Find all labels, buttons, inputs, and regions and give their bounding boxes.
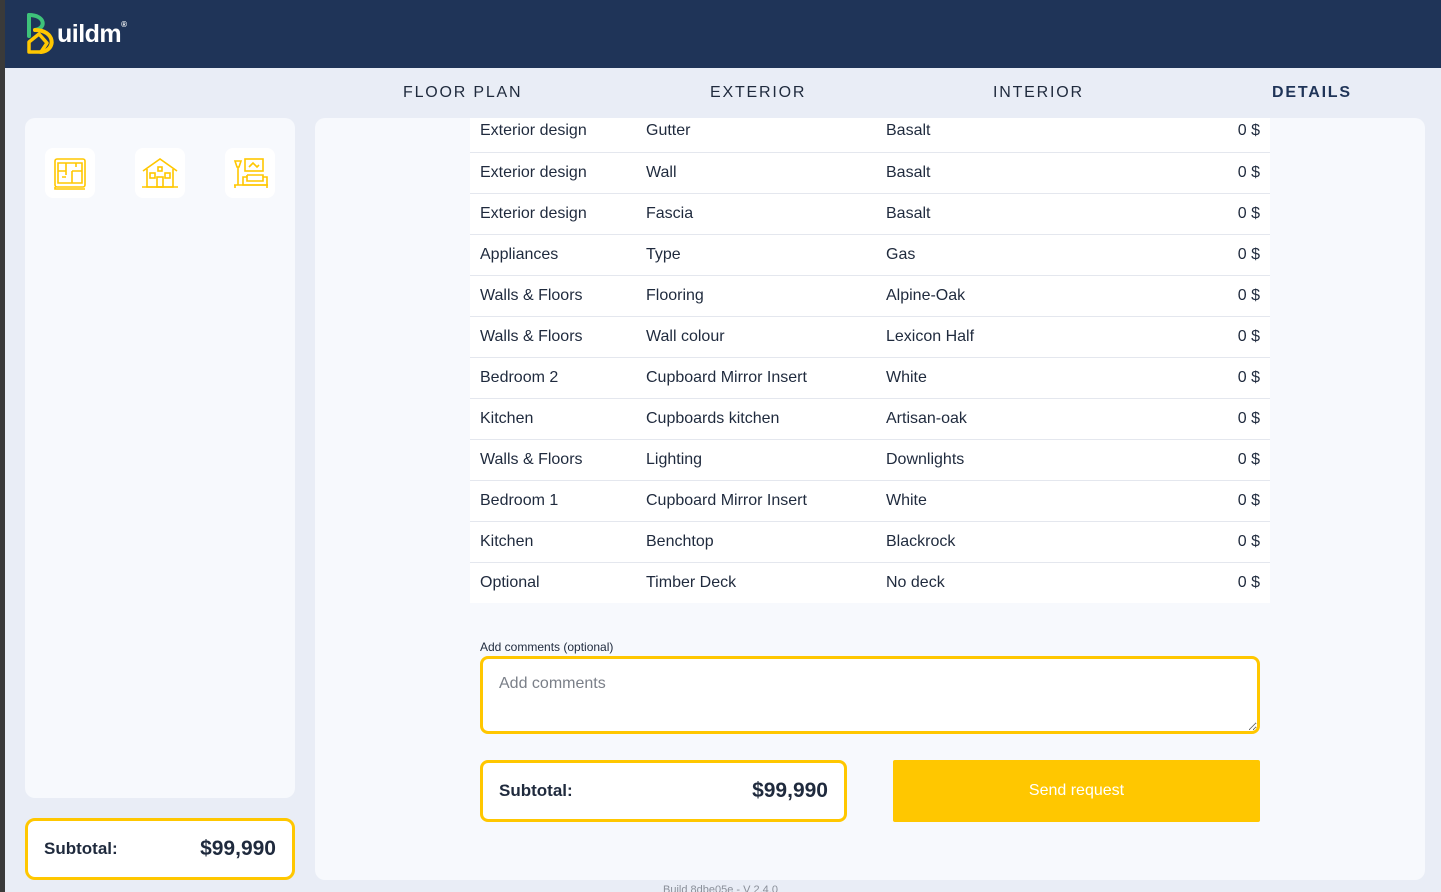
step-tabs: FLOOR PLAN EXTERIOR INTERIOR DETAILS [5, 68, 1441, 118]
table-row: Walls & Floors Flooring Alpine-Oak 0 $ [470, 275, 1270, 317]
exterior-step-button[interactable] [135, 148, 185, 198]
row-price: 0 $ [1237, 573, 1260, 591]
row-selection: Lexicon Half [876, 316, 1076, 358]
row-price: 0 $ [1076, 193, 1270, 235]
row-category: Walls & Floors [470, 316, 636, 358]
row-category: Bedroom 2 [470, 357, 636, 399]
table-row: Exterior design Gutter Basalt 0 $ [470, 118, 1270, 153]
row-price: 0 $ [1076, 357, 1270, 399]
details-panel: Exterior design Gutter Basalt 0 $ Exterior d… [315, 118, 1425, 880]
tab-details[interactable]: DETAILS [1272, 84, 1352, 102]
row-item: Timber Deck [646, 573, 737, 591]
row-selection: Blackrock [876, 521, 1076, 563]
send-request-button[interactable]: Send request [893, 760, 1260, 822]
row-category: Walls & Floors [470, 439, 636, 481]
row-item: Cupboards kitchen [636, 398, 876, 440]
row-category: Kitchen [470, 398, 636, 440]
row-price: 0 $ [1076, 234, 1270, 276]
sidebar-subtotal: Subtotal: $99,990 [25, 818, 295, 880]
row-price: 0 $ [1076, 152, 1270, 194]
top-navbar: uildm® [5, 0, 1441, 68]
row-category: Appliances [470, 234, 636, 276]
table-row: Kitchen Benchtop Blackrock 0 $ [470, 521, 1270, 563]
main-subtotal-value: $99,990 [752, 779, 828, 802]
row-price: 0 $ [1076, 398, 1270, 440]
row-item: Wall colour [636, 316, 876, 358]
row-price: 0 $ [1076, 480, 1270, 522]
row-item: Lighting [636, 439, 876, 481]
row-item: Type [636, 234, 876, 276]
row-item: Flooring [636, 275, 876, 317]
tab-interior[interactable]: INTERIOR [993, 84, 1084, 102]
row-item: Benchtop [636, 521, 876, 563]
buildm-logo-text: uildm® [57, 19, 127, 48]
floor-plan-icon [54, 158, 86, 190]
table-row: Bedroom 1 Cupboard Mirror Insert White 0 $ [470, 480, 1270, 522]
row-selection: Basalt [876, 193, 1076, 235]
table-row: Kitchen Cupboards kitchen Artisan-oak 0 $ [470, 398, 1270, 440]
row-selection: White [876, 480, 1076, 522]
row-price: 0 $ [1076, 439, 1270, 481]
row-category: Walls & Floors [470, 275, 636, 317]
row-price: 0 $ [1076, 521, 1270, 563]
row-selection: Gas [876, 234, 1076, 276]
row-selection: Basalt [876, 152, 1076, 194]
row-selection: Downlights [876, 439, 1076, 481]
row-selection: No deck [886, 573, 945, 591]
row-price: 0 $ [1076, 316, 1270, 358]
row-item: Gutter [636, 118, 876, 153]
row-category: Optional [480, 573, 540, 591]
main-subtotal: Subtotal: $99,990 [480, 760, 847, 822]
row-category: Bedroom 1 [470, 480, 636, 522]
app-window: uildm® FLOOR PLAN EXTERIOR INTERIOR DETA… [5, 0, 1441, 892]
interior-step-button[interactable] [225, 148, 275, 198]
comments-input[interactable] [480, 656, 1260, 734]
details-table: Exterior design Gutter Basalt 0 $ Exterior d… [470, 118, 1270, 603]
row-selection: Alpine-Oak [876, 275, 1076, 317]
interior-room-icon [233, 158, 268, 188]
buildm-logo[interactable]: uildm® [25, 12, 127, 56]
table-row: Appliances Type Gas 0 $ [470, 234, 1270, 276]
row-item: Wall [636, 152, 876, 194]
row-category: Exterior design [470, 152, 636, 194]
table-row: Walls & Floors Lighting Downlights 0 $ [470, 439, 1270, 481]
row-selection: Basalt [876, 118, 1076, 153]
table-row: Exterior design Fascia Basalt 0 $ [470, 193, 1270, 235]
sidebar-subtotal-label: Subtotal: [44, 839, 118, 858]
table-row: Bedroom 2 Cupboard Mirror Insert White 0 $ [470, 357, 1270, 399]
tab-floor-plan[interactable]: FLOOR PLAN [403, 84, 522, 102]
row-item: Cupboard Mirror Insert [636, 357, 876, 399]
table-row: Optional Timber Deck No deck 0 $ [470, 562, 1270, 603]
row-price: 0 $ [1076, 118, 1270, 153]
tab-exterior[interactable]: EXTERIOR [710, 84, 806, 102]
row-category: Kitchen [470, 521, 636, 563]
row-price: 0 $ [1076, 275, 1270, 317]
main-subtotal-label: Subtotal: [499, 781, 573, 800]
row-selection: White [876, 357, 1076, 399]
row-category: Exterior design [470, 193, 636, 235]
row-item: Fascia [636, 193, 876, 235]
sidebar-subtotal-value: $99,990 [200, 837, 276, 860]
row-item: Cupboard Mirror Insert [636, 480, 876, 522]
table-row: Walls & Floors Wall colour Lexicon Half 0 $ [470, 316, 1270, 358]
row-category: Exterior design [470, 118, 636, 153]
sidebar-panel [25, 118, 295, 798]
buildm-logo-mark-icon [27, 13, 54, 54]
house-exterior-icon [142, 158, 178, 188]
table-row: Exterior design Wall Basalt 0 $ [470, 152, 1270, 194]
comments-label: Add comments (optional) [480, 640, 614, 654]
build-version: Build 8dbe05e - V 2.4.0 [663, 884, 778, 892]
row-selection: Artisan-oak [876, 398, 1076, 440]
floor-plan-step-button[interactable] [45, 148, 95, 198]
